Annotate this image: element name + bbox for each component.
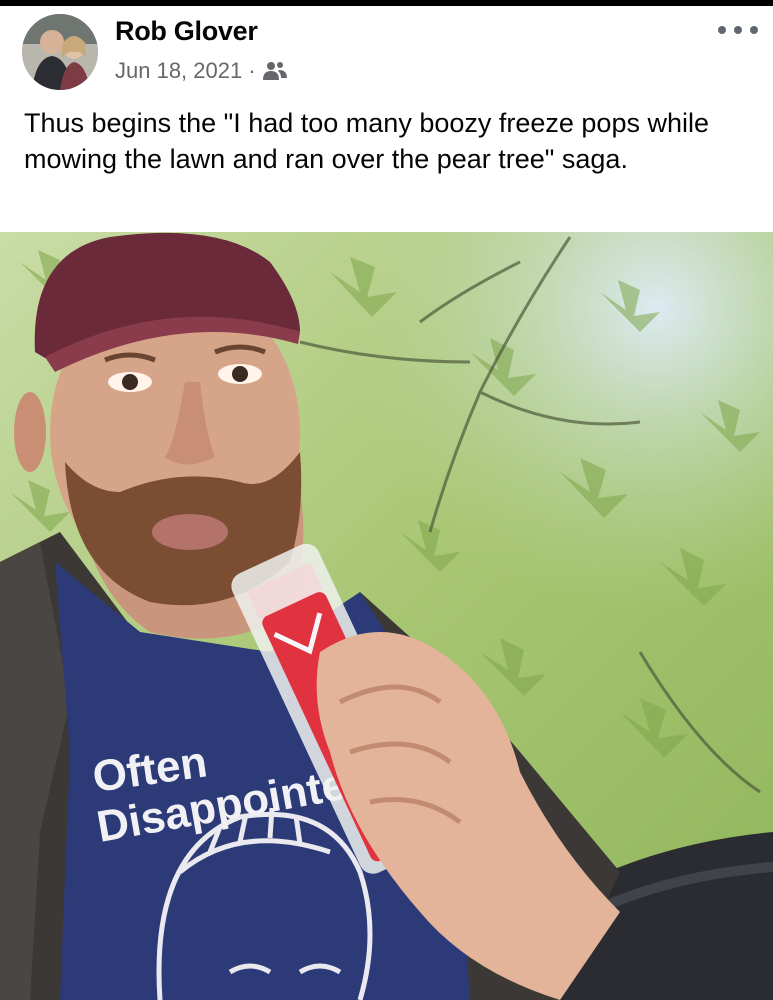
avatar[interactable] (22, 14, 98, 90)
post-author-name[interactable]: Rob Glover (115, 16, 258, 47)
post-photo[interactable]: Often Disappointed (0, 232, 773, 1000)
post-text: Thus begins the "I had too many boozy fr… (24, 108, 709, 174)
post-header: Rob Glover Jun 18, 2021 · (0, 6, 773, 90)
post-meta: Jun 18, 2021 · (115, 58, 288, 84)
friends-icon[interactable] (262, 60, 288, 82)
avatar-image (22, 14, 98, 90)
more-options-icon[interactable] (718, 20, 758, 40)
post-photo-image: Often Disappointed (0, 232, 773, 1000)
post-date[interactable]: Jun 18, 2021 (115, 58, 242, 84)
meta-separator: · (248, 58, 256, 83)
